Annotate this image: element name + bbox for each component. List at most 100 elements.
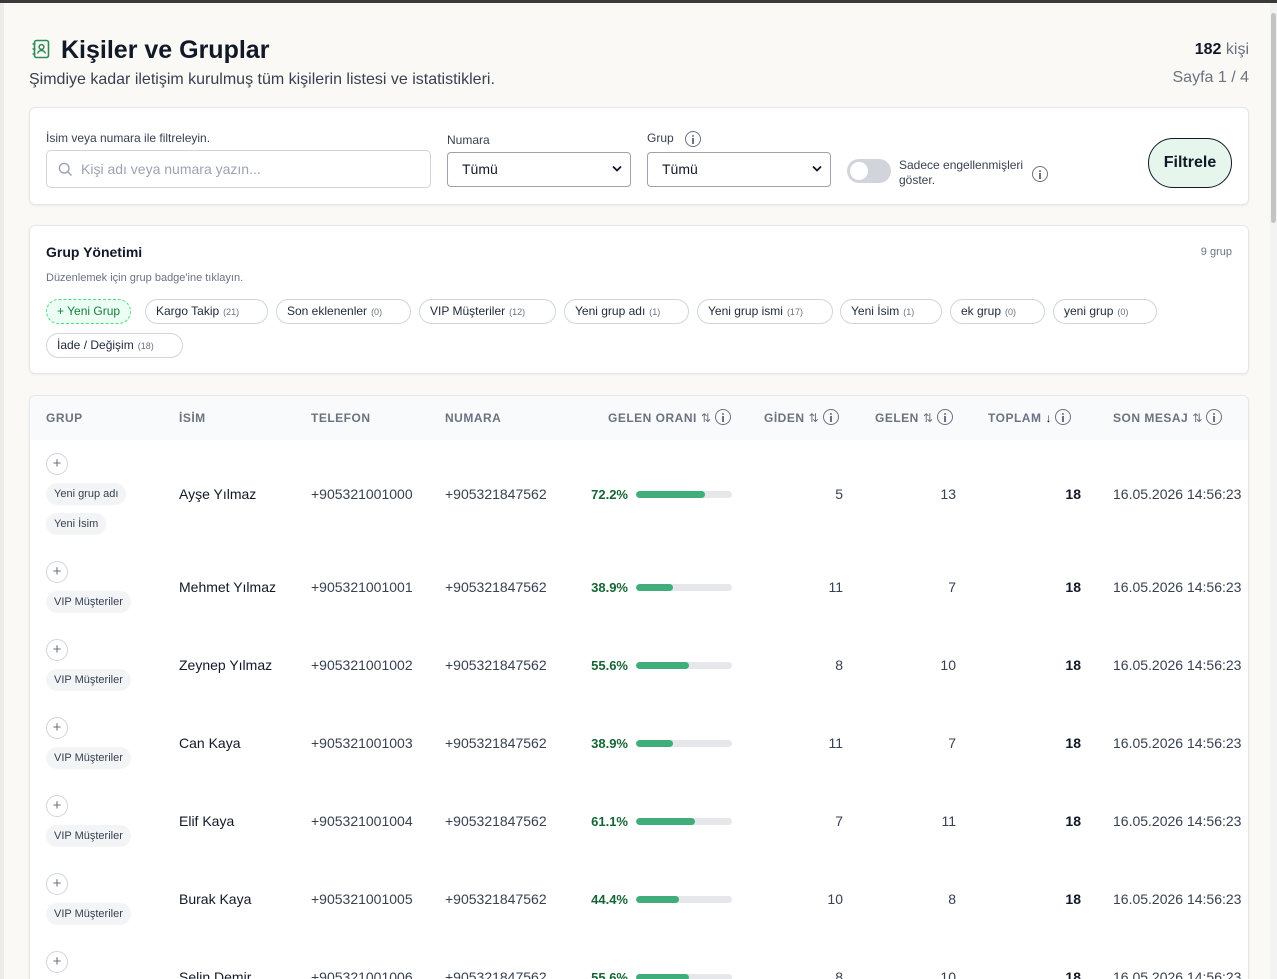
contact-number: +905321847562 [445, 969, 547, 979]
page: Kişiler ve Gruplar Şimdiye kadar iletişi… [4, 3, 1270, 979]
contact-phone: +905321001000 [311, 486, 413, 502]
blocked-info-icon[interactable] [1032, 166, 1048, 182]
contact-name: Selin Demir [179, 969, 252, 979]
table-row[interactable]: + VIP Müşteriler Can Kaya +905321001003 … [30, 704, 1248, 782]
search-field[interactable] [46, 150, 431, 188]
table-header: GRUP İSİM TELEFON NUMARA GELEN ORANI ⇅ Gİ… [30, 396, 1248, 440]
row-group-badge[interactable]: VIP Müşteriler [46, 669, 131, 691]
incoming-rate-bar [636, 491, 732, 498]
total-info-icon[interactable] [1055, 409, 1072, 426]
group-management-title: Grup Yönetimi [46, 244, 143, 260]
new-group-button[interactable]: + Yeni Grup [46, 299, 132, 324]
table-row[interactable]: + Yeni grup adı Yeni İsim Ayşe Yılmaz +9… [30, 440, 1248, 548]
add-group-button[interactable]: + [46, 873, 68, 895]
last-message-info-icon[interactable] [1206, 409, 1223, 426]
group-badge[interactable]: ek grup (0) [950, 299, 1045, 324]
search-icon [58, 162, 72, 176]
contact-number: +905321847562 [445, 891, 547, 907]
page-title: Kişiler ve Gruplar [61, 36, 270, 64]
outgoing-count: 7 [835, 813, 843, 829]
group-badge-count: (21) [223, 307, 240, 317]
last-message-date: 16.05.2026 14:56:23 [1113, 735, 1242, 751]
group-badge[interactable]: yeni grup (0) [1053, 299, 1157, 324]
column-header-outgoing[interactable]: GİDEN ⇅ [764, 409, 839, 426]
incoming-info-icon[interactable] [936, 409, 953, 426]
add-group-button[interactable]: + [46, 951, 68, 973]
incoming-rate: 55.6% [591, 658, 628, 673]
search-input[interactable] [81, 151, 421, 187]
group-badge-count: (12) [509, 307, 526, 317]
outgoing-info-icon[interactable] [822, 409, 839, 426]
group-badge-name: ek grup [961, 304, 1002, 318]
incoming-rate-bar [636, 662, 732, 669]
group-badge[interactable]: Yeni grup adı (1) [564, 299, 689, 324]
column-header-last-message[interactable]: SON MESAJ ⇅ [1113, 409, 1223, 426]
group-badge[interactable]: Yeni grup ismi (17) [697, 299, 833, 324]
add-group-button[interactable]: + [46, 795, 68, 817]
group-badge[interactable]: Kargo Takip (21) [145, 299, 268, 324]
group-badge-count: (0) [371, 307, 383, 317]
total-count: 18 [1065, 969, 1081, 979]
table-row[interactable]: + VIP Müşteriler Elif Kaya +905321001004… [30, 782, 1248, 860]
filter-card: İsim veya numara ile filtreleyin. Numara… [29, 107, 1249, 205]
table-row[interactable]: + VIP Müşteriler Zeynep Yılmaz +90532100… [30, 626, 1248, 704]
sort-icon[interactable]: ⇅ [809, 411, 819, 425]
table-row[interactable]: + VIP Müşteriler Mehmet Yılmaz +90532100… [30, 548, 1248, 626]
sort-icon[interactable]: ⇅ [701, 411, 711, 425]
table-row[interactable]: + VIP Müşteriler Burak Kaya +90532100100… [30, 860, 1248, 938]
blocked-only-toggle[interactable] [847, 159, 891, 183]
incoming-rate: 38.9% [591, 580, 628, 595]
row-group-badge[interactable]: Yeni İsim [46, 513, 107, 535]
group-badge[interactable]: Yeni İsim (1) [840, 299, 942, 324]
group-badge[interactable]: VIP Müşteriler (12) [419, 299, 556, 324]
add-group-button[interactable]: + [46, 561, 68, 583]
sort-icon[interactable]: ⇅ [923, 411, 933, 425]
scrollbar-thumb[interactable] [1271, 13, 1276, 223]
incoming-rate: 55.6% [591, 970, 628, 979]
group-badge[interactable]: İade / Değişim (18) [46, 333, 183, 358]
row-group-badge[interactable]: VIP Müşteriler [46, 591, 131, 613]
contact-phone: +905321001006 [311, 969, 413, 979]
rate-info-icon[interactable] [714, 409, 731, 426]
number-select[interactable]: Tümü [447, 152, 631, 187]
incoming-count: 8 [948, 891, 956, 907]
outgoing-count: 10 [827, 891, 843, 907]
add-group-button[interactable]: + [46, 639, 68, 661]
row-group-badge[interactable]: Yeni grup adı [46, 483, 127, 505]
add-group-button[interactable]: + [46, 453, 68, 475]
sort-icon[interactable]: ⇅ [1192, 411, 1202, 425]
page-header: Kişiler ve Gruplar Şimdiye kadar iletişi… [29, 35, 1249, 95]
group-management-card: Grup Yönetimi 9 grup Düzenlemek için gru… [29, 225, 1249, 374]
row-group-badge[interactable]: VIP Müşteriler [46, 825, 131, 847]
incoming-count: 7 [948, 579, 956, 595]
column-header-name: İSİM [179, 411, 206, 425]
column-header-rate-label: GELEN ORANI [608, 411, 697, 425]
table-row[interactable]: + Selin Demir +905321001006 +90532184756… [30, 938, 1248, 979]
sort-active-icon[interactable]: ↓ [1045, 411, 1051, 425]
group-info-icon[interactable] [685, 131, 702, 147]
column-header-total-label: TOPLAM [988, 411, 1042, 425]
incoming-rate: 72.2% [591, 487, 628, 502]
page-scrollbar[interactable] [1270, 3, 1277, 979]
group-select[interactable]: Tümü [647, 152, 831, 187]
column-header-rate[interactable]: GELEN ORANI ⇅ [608, 409, 731, 426]
contact-number: +905321847562 [445, 813, 547, 829]
row-group-badge[interactable]: VIP Müşteriler [46, 903, 131, 925]
incoming-rate-bar [636, 584, 732, 591]
incoming-rate-bar-fill [636, 740, 674, 747]
contact-name: Mehmet Yılmaz [179, 579, 276, 595]
group-badge[interactable]: Son eklenenler (0) [276, 299, 411, 324]
group-badge-count: (0) [1005, 307, 1017, 317]
contact-number: +905321847562 [445, 657, 547, 673]
contact-count-value: 182 [1194, 41, 1222, 58]
filter-button[interactable]: Filtrele [1148, 138, 1232, 188]
group-filter-label-wrap: Grup [647, 131, 702, 147]
column-header-incoming[interactable]: GELEN ⇅ [875, 409, 953, 426]
contact-number: +905321847562 [445, 486, 547, 502]
row-group-badge[interactable]: VIP Müşteriler [46, 747, 131, 769]
total-count: 18 [1065, 486, 1081, 502]
chevron-down-icon [612, 165, 622, 172]
add-group-button[interactable]: + [46, 717, 68, 739]
column-header-total[interactable]: TOPLAM ↓ [988, 409, 1072, 426]
contact-count: 182 kişi [1195, 41, 1249, 59]
